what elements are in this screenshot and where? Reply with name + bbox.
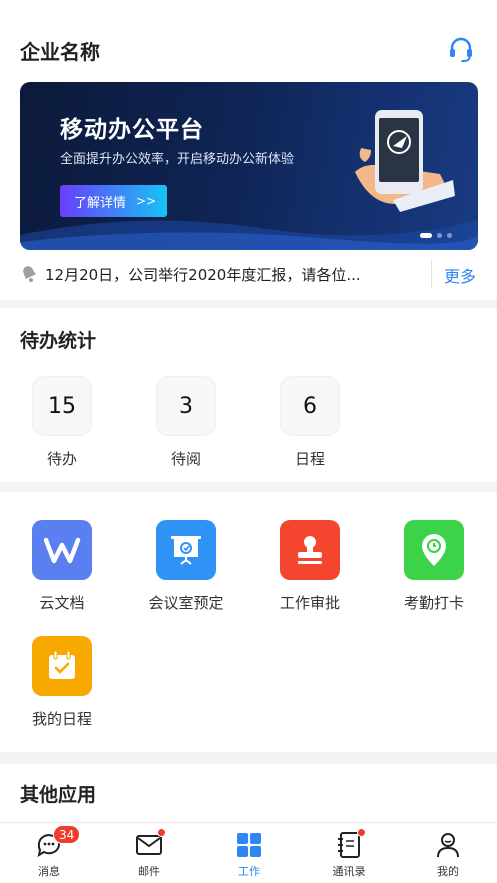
tab-contacts[interactable]: 通讯录	[314, 828, 384, 879]
tab-label: 通讯录	[332, 865, 366, 878]
todo-item-schedule[interactable]: 6 日程	[280, 376, 340, 469]
pager-dot[interactable]	[420, 233, 432, 238]
todo-count: 3	[156, 376, 216, 436]
stamp-icon	[280, 520, 340, 580]
notice-divider	[431, 260, 432, 288]
tab-label: 我的	[437, 865, 459, 878]
tab-label: 工作	[238, 865, 260, 878]
todo-label: 待办	[46, 450, 77, 468]
new-mail-dot	[157, 828, 166, 837]
app-work-approval[interactable]: 工作审批	[255, 520, 365, 613]
location-icon	[404, 520, 464, 580]
bottom-tab-bar: 34 消息 邮件 工作 通讯录 我的	[0, 822, 497, 883]
tab-messages[interactable]: 34 消息	[14, 825, 84, 879]
todo-stats-section: 待办统计 15 待办 3 待阅 6 日程	[0, 308, 497, 482]
app-label: 会议室预定	[148, 594, 224, 612]
double-chevron-right-icon: >>	[136, 194, 157, 208]
tab-label: 邮件	[138, 865, 160, 878]
tab-label: 消息	[38, 865, 60, 878]
pager-dot[interactable]	[437, 233, 442, 238]
notice-bar[interactable]: 12月20日，公司举行2020年度汇报，请各位... 更多	[0, 258, 497, 290]
app-label: 工作审批	[279, 594, 340, 612]
chat-bubble-icon: 34	[35, 825, 81, 859]
banner-title: 移动办公平台	[60, 117, 204, 143]
user-icon	[434, 831, 462, 859]
apps-grid-section: 云文档 会议室预定 工作审批 考勤打卡 我的日程	[0, 492, 497, 752]
app-cloud-docs[interactable]: 云文档	[7, 520, 117, 613]
other-apps-section: 其他应用	[0, 764, 497, 822]
notice-more-link[interactable]: 更多	[444, 263, 476, 287]
app-attendance[interactable]: 考勤打卡	[379, 520, 489, 613]
company-name: 企业名称	[20, 40, 100, 64]
learn-more-button[interactable]: 了解详情 >>	[60, 185, 167, 217]
todo-count: 6	[280, 376, 340, 436]
todo-label: 待阅	[170, 450, 201, 468]
pager-dot[interactable]	[447, 233, 452, 238]
grid-icon	[235, 831, 263, 859]
notice-text[interactable]: 12月20日，公司举行2020年度汇报，请各位...	[45, 264, 425, 285]
app-label: 我的日程	[31, 710, 92, 728]
app-meeting-room[interactable]: 会议室预定	[131, 520, 241, 613]
learn-more-label: 了解详情	[74, 195, 127, 211]
address-book-icon	[335, 828, 366, 859]
customer-service-button[interactable]	[447, 36, 475, 64]
projector-icon	[156, 520, 216, 580]
calendar-icon	[32, 636, 92, 696]
banner-subtitle: 全面提升办公效率，开启移动办公新体验	[60, 152, 295, 167]
tab-work[interactable]: 工作	[214, 831, 284, 879]
tab-me[interactable]: 我的	[413, 831, 483, 879]
todo-item-pending[interactable]: 15 待办	[32, 376, 92, 469]
todo-label: 日程	[294, 450, 325, 468]
app-my-schedule[interactable]: 我的日程	[7, 636, 117, 729]
headset-icon	[450, 37, 472, 62]
other-apps-title: 其他应用	[20, 784, 97, 806]
phone-in-hand-illustration	[355, 110, 455, 212]
promo-banner[interactable]: 移动办公平台 全面提升办公效率，开启移动办公新体验 了解详情 >>	[20, 82, 478, 250]
todo-count: 15	[32, 376, 92, 436]
app-label: 考勤打卡	[403, 594, 464, 612]
banner-pager[interactable]	[420, 233, 452, 238]
todo-item-to-read[interactable]: 3 待阅	[156, 376, 216, 469]
header-section: 企业名称 移动办公平台 全面提升办公效率，开启移动办公新体验 了解详情 >> 1…	[0, 0, 497, 300]
todo-section-title: 待办统计	[20, 330, 97, 352]
contacts-update-dot	[357, 828, 366, 837]
announcement-bell-icon	[23, 266, 37, 282]
tab-mail[interactable]: 邮件	[114, 828, 184, 879]
app-label: 云文档	[39, 594, 85, 612]
mail-icon	[135, 828, 166, 859]
wps-icon	[32, 520, 92, 580]
unread-count-badge: 34	[53, 825, 81, 844]
